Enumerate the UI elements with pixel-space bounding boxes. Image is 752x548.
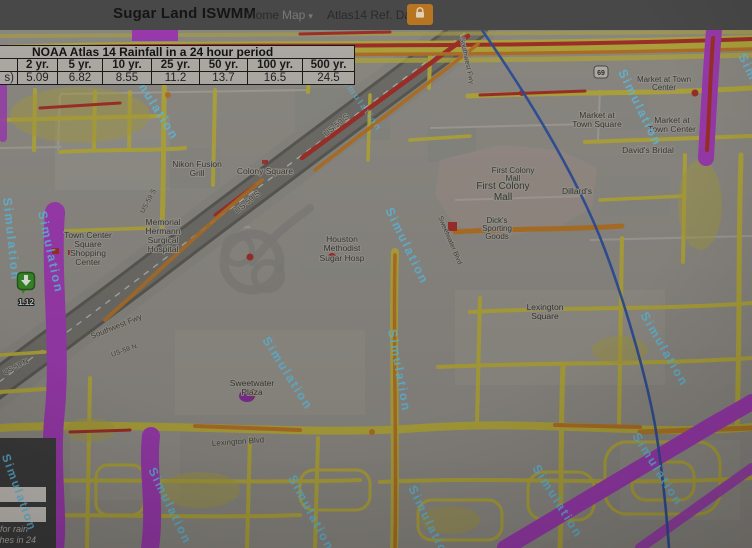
col-header-10yr: 10 yr. [103,59,152,72]
table-corner-cell [0,59,18,72]
panel-button[interactable] [0,507,46,522]
lock-icon [414,7,426,22]
nav-map-label: Map [282,8,305,22]
gauge-value-label: 1.12 [18,298,34,307]
col-header-25yr: 25 yr. [152,59,200,72]
legend-panel: for rain ches in 24 [0,438,56,548]
place-label: First Colony [476,181,529,192]
value-50yr: 13.7 [200,72,248,85]
app-header: Sugar Land ISWMM Home Map▾ Atlas14 Ref. … [0,0,752,30]
chevron-down-icon: ▾ [308,11,313,21]
place-label: Sugar Hosp [320,253,365,263]
place-label: Methodist [324,243,361,253]
value-2yr: 5.09 [18,72,58,85]
place-label: David's Bridal [622,145,674,155]
highway-shield: 69 [594,66,608,78]
place-label: Town Square [572,119,622,129]
col-header-50yr: 50 yr. [200,59,248,72]
shield-number: 69 [597,70,605,77]
value-500yr: 24.5 [303,72,355,85]
rain-gauge-marker[interactable]: 1.12 [18,273,35,308]
value-25yr: 11.2 [152,72,200,85]
lock-button[interactable] [407,4,433,25]
place-label: Center [652,83,676,92]
place-label: Colony Square [237,166,294,176]
table-row: s) 5.09 6.82 8.55 11.2 13.7 16.5 24.5 [0,72,355,85]
place-label: Grill [189,168,204,178]
col-header-100yr: 100 yr. [248,59,303,72]
place-label: Mall [494,192,512,203]
value-100yr: 16.5 [248,72,303,85]
col-header-500yr: 500 yr. [303,59,355,72]
panel-button[interactable] [0,487,46,502]
place-label: Center [75,257,101,267]
app-window: US-59 S US-59 S US-59 S Southwest Fwy US… [0,0,752,548]
value-5yr: 6.82 [58,72,103,85]
place-label: Dillard's [562,186,592,196]
nav-map-dropdown[interactable]: Map▾ [282,8,313,22]
nav-home[interactable]: Home [247,8,279,22]
col-header-2yr: 2 yr. [18,59,58,72]
place-label: Plaza [241,387,263,397]
place-label: Square [531,311,559,321]
col-header-5yr: 5 yr. [58,59,103,72]
app-title: Sugar Land ISWMM [113,5,256,22]
value-10yr: 8.55 [103,72,152,85]
panel-caption-line1: for rain [0,524,28,534]
rainfall-table: NOAA Atlas 14 Rainfall in a 24 hour peri… [0,45,355,85]
map-canvas[interactable]: US-59 S US-59 S US-59 S Southwest Fwy US… [0,30,752,548]
table-title: NOAA Atlas 14 Rainfall in a 24 hour peri… [0,46,355,59]
place-label: Goods [485,232,509,241]
row-label-inches: s) [0,72,18,85]
place-label: Hospital [148,244,179,254]
panel-caption-line2: ches in 24 [0,535,36,545]
